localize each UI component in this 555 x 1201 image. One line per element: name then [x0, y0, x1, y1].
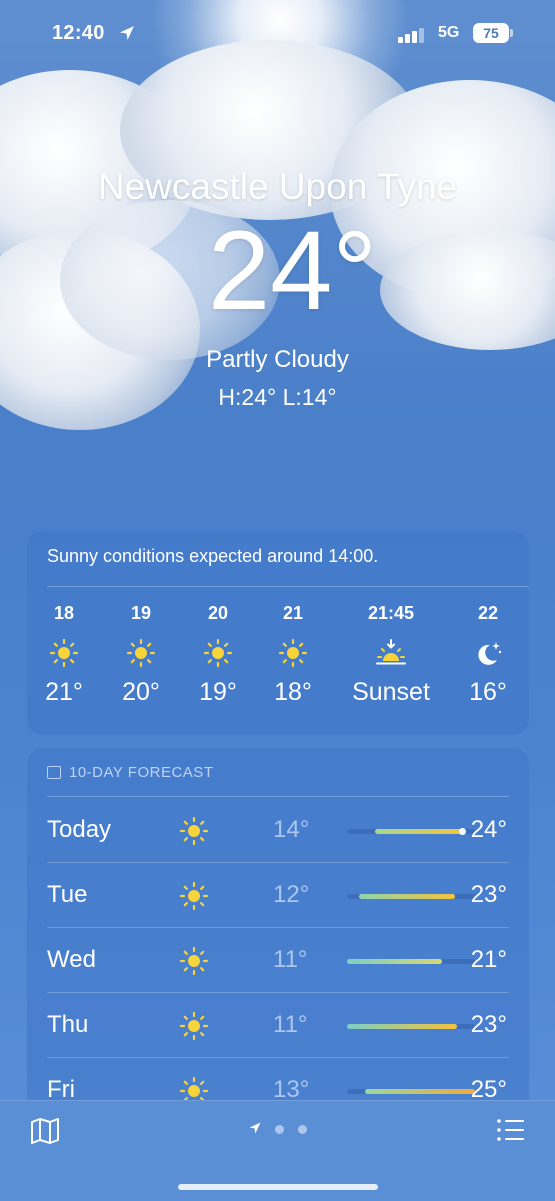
forecast-summary: Sunny conditions expected around 14:00. — [47, 546, 379, 566]
temp-range-bar — [347, 1089, 475, 1094]
sun-icon — [179, 816, 209, 851]
status-bar: 12:40 5G 75 — [0, 18, 555, 48]
divider — [47, 586, 529, 587]
day-label: Tue — [47, 881, 88, 908]
low-temp: 11° — [273, 946, 308, 973]
hour-item: 22 16° — [448, 603, 528, 707]
status-time: 12:40 — [52, 22, 105, 44]
high-temp: 23° — [470, 1011, 507, 1038]
hour-label: 22 — [477, 603, 499, 623]
hour-item: 18 21° — [24, 603, 104, 707]
current-temperature: 24° — [207, 208, 378, 333]
sun-icon — [179, 946, 209, 981]
forecast-row-tue[interactable]: Tue 12° 23° — [47, 863, 529, 928]
low-temp: 14° — [273, 816, 310, 843]
battery-level: 75 — [483, 25, 499, 41]
forecast-row-wed[interactable]: Wed 11° 21° — [47, 928, 529, 993]
hour-label: 20 — [207, 603, 229, 623]
hour-label: 21:45 — [367, 603, 415, 623]
day-label: Today — [47, 816, 112, 843]
moon-stars-icon — [448, 638, 528, 670]
day-label: Wed — [47, 946, 96, 973]
current-condition: Partly Cloudy — [206, 346, 349, 373]
sun-icon — [24, 638, 104, 670]
hour-temp: 16° — [469, 678, 507, 706]
hour-label: 19 — [130, 603, 152, 623]
sun-icon — [179, 1011, 209, 1046]
hourly-forecast-card[interactable]: Sunny conditions expected around 14:00. … — [27, 531, 529, 735]
hour-label: 21 — [282, 603, 304, 623]
hour-temp: 19° — [199, 678, 237, 706]
hour-item: 21:45 Sunset — [336, 603, 446, 707]
temp-range-fill — [347, 959, 442, 964]
ten-day-forecast-card[interactable]: 10-DAY FORECAST Today 14° 24° Tue 12° 23… — [27, 748, 529, 1128]
forecast-row-thu[interactable]: Thu 11° 23° — [47, 993, 529, 1058]
ten-day-title: 10-DAY FORECAST — [69, 764, 214, 781]
location-arrow-icon — [248, 1121, 262, 1140]
list-icon[interactable] — [496, 1117, 526, 1148]
temp-range-bar — [347, 959, 475, 964]
page-dot — [298, 1125, 307, 1134]
hour-temp: 18° — [274, 678, 312, 706]
low-temp: 12° — [273, 881, 310, 908]
sun-icon — [179, 881, 209, 916]
home-indicator — [178, 1184, 378, 1190]
location-arrow-icon — [118, 24, 136, 47]
high-temp: 24° — [470, 816, 507, 843]
temp-range-fill — [358, 894, 455, 899]
high-temp: 21° — [470, 946, 507, 973]
sun-icon — [253, 638, 333, 670]
sunset-icon — [336, 638, 446, 670]
temp-range-fill — [364, 1089, 475, 1094]
calendar-icon — [47, 766, 61, 779]
hour-temp: Sunset — [352, 678, 430, 706]
hour-temp: 20° — [122, 678, 160, 706]
hour-temp: 21° — [45, 678, 83, 706]
temp-range-bar — [347, 1024, 475, 1029]
hour-item: 19 20° — [101, 603, 181, 707]
ten-day-header: 10-DAY FORECAST — [47, 764, 213, 781]
city-name: Newcastle Upon Tyne — [97, 166, 458, 207]
temp-range-fill — [347, 1024, 458, 1029]
map-icon[interactable] — [30, 1117, 60, 1150]
sun-icon — [101, 638, 181, 670]
hour-label: 18 — [53, 603, 75, 623]
high-low: H:24° L:14° — [218, 384, 337, 410]
temp-range-fill — [375, 829, 463, 834]
sun-icon — [178, 638, 258, 670]
current-temp-dot — [458, 828, 466, 835]
temp-range-bar — [347, 894, 475, 899]
network-type: 5G — [438, 24, 460, 41]
signal-icon — [398, 27, 426, 43]
hour-item: 21 18° — [253, 603, 333, 707]
low-temp: 11° — [273, 1011, 308, 1038]
high-temp: 23° — [470, 881, 507, 908]
day-label: Thu — [47, 1011, 89, 1038]
hour-item: 20 19° — [178, 603, 258, 707]
temp-range-bar — [347, 828, 475, 835]
battery-icon: 75 — [473, 23, 513, 43]
page-dot — [275, 1125, 284, 1134]
bottom-toolbar — [0, 1100, 555, 1201]
forecast-row-today[interactable]: Today 14° 24° — [47, 798, 529, 863]
divider — [47, 796, 509, 797]
